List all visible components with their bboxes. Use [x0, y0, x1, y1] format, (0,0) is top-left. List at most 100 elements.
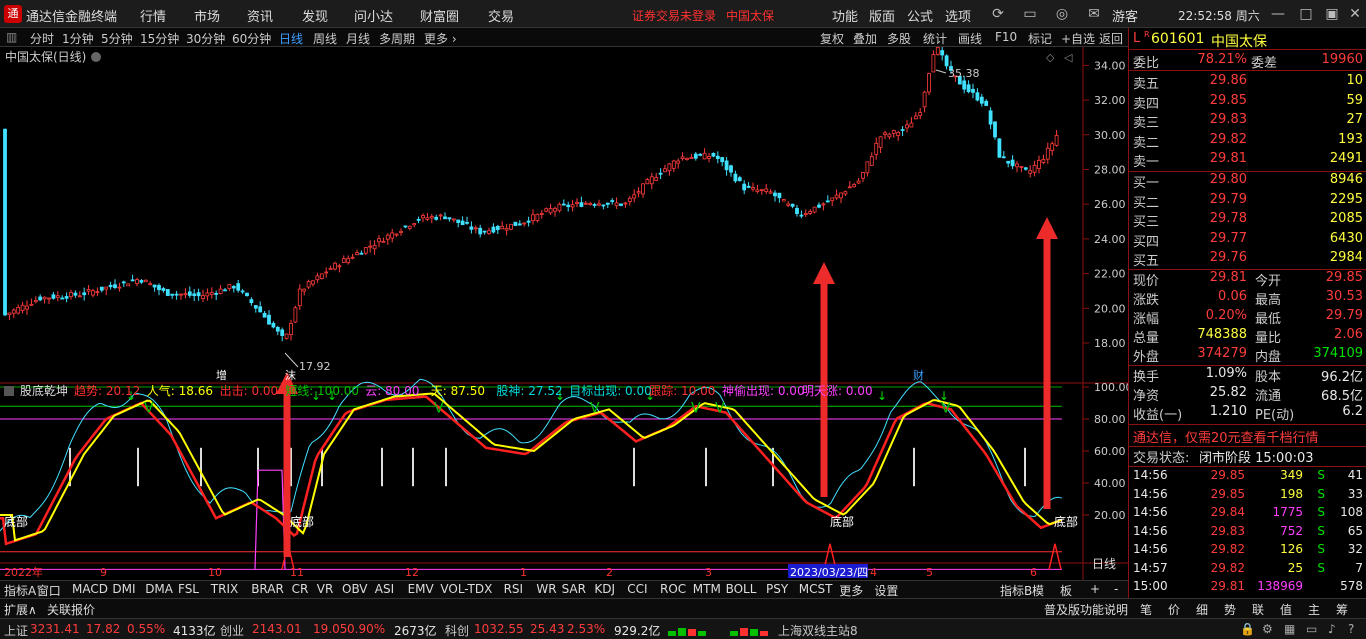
- quote-tab-6[interactable]: 主: [1308, 601, 1320, 618]
- indicator-tab-15[interactable]: WR: [536, 582, 556, 596]
- close-icon[interactable]: ✕: [1345, 4, 1365, 24]
- indicator-name[interactable]: 股底乾坤: [20, 383, 68, 398]
- period-more[interactable]: 更多 ›: [424, 30, 457, 47]
- maximize-icon[interactable]: □: [1296, 4, 1316, 24]
- menu-item-function[interactable]: 功能: [832, 6, 858, 25]
- indicator-tab-8[interactable]: CR: [292, 582, 309, 596]
- tab-right-4[interactable]: -: [1114, 582, 1118, 596]
- indicator-tab-23[interactable]: MCST: [799, 582, 833, 596]
- indicator-tab-0[interactable]: 指标A: [4, 582, 36, 599]
- period-monthly[interactable]: 月线: [346, 30, 370, 47]
- login-warning[interactable]: 证券交易未登录: [632, 7, 716, 24]
- user-label[interactable]: 游客: [1112, 6, 1138, 25]
- restore-icon[interactable]: ▣: [1322, 4, 1342, 24]
- quote-tab-5[interactable]: 值: [1280, 601, 1292, 618]
- indicator-tab-21[interactable]: BOLL: [726, 582, 757, 596]
- menu-item-formula[interactable]: 公式: [907, 6, 933, 25]
- indicator-tab-2[interactable]: MACD: [72, 582, 108, 596]
- expand-button[interactable]: 扩展∧: [4, 601, 37, 618]
- period-15min[interactable]: 15分钟: [140, 30, 179, 47]
- chart-collapse-icon[interactable]: ◁: [1064, 51, 1073, 64]
- tab-right-2[interactable]: 板: [1060, 582, 1072, 599]
- chart-area[interactable]: 34.00 32.00 30.00 28.00 26.00 24.00 22.00 20.00…: [0, 47, 1128, 600]
- indicator-tab-18[interactable]: CCI: [627, 582, 647, 596]
- indicator-tab-16[interactable]: SAR: [562, 582, 586, 596]
- indicator-tab-22[interactable]: PSY: [766, 582, 788, 596]
- sound-icon[interactable]: ♪: [1328, 622, 1336, 636]
- indicator-tab-6[interactable]: TRIX: [211, 582, 238, 596]
- menu-item-layout[interactable]: 版面: [869, 6, 895, 25]
- lock-icon[interactable]: 🔒: [1240, 622, 1255, 636]
- indicator-tab-20[interactable]: MTM: [693, 582, 721, 596]
- indicator-tab-11[interactable]: ASI: [375, 582, 394, 596]
- back-button[interactable]: 返回: [1099, 30, 1123, 47]
- indicator-tab-13[interactable]: VOL-TDX: [440, 582, 492, 596]
- menu-item-news[interactable]: 资讯: [247, 6, 273, 25]
- menu-item-wenxiaoda[interactable]: 问小达: [354, 6, 393, 25]
- kline-chart-svg[interactable]: 34.00 32.00 30.00 28.00 26.00 24.00 22.00 20.00…: [0, 47, 1128, 580]
- related-quote-button[interactable]: 关联报价: [47, 601, 95, 618]
- quote-tab-0[interactable]: 笔: [1140, 601, 1152, 618]
- indicator-tab-9[interactable]: VR: [317, 582, 334, 596]
- tab-right-3[interactable]: +: [1090, 582, 1100, 596]
- stats-button[interactable]: 统计: [923, 30, 947, 47]
- period-30min[interactable]: 30分钟: [186, 30, 225, 47]
- quote-tab-7[interactable]: 筹: [1336, 601, 1348, 618]
- indicator-tab-24[interactable]: 更多: [839, 582, 863, 599]
- quote-tab-1[interactable]: 价: [1168, 601, 1180, 618]
- period-multi[interactable]: 多周期: [379, 30, 415, 47]
- indicator-tab-4[interactable]: DMA: [145, 582, 173, 596]
- refresh-icon[interactable]: ⟳: [988, 4, 1008, 24]
- tab-right-1[interactable]: 模: [1032, 582, 1044, 599]
- quote-tab-2[interactable]: 细: [1196, 601, 1208, 618]
- indicator-tab-12[interactable]: EMV: [408, 582, 434, 596]
- indicator-tab-5[interactable]: FSL: [178, 582, 199, 596]
- period-1min[interactable]: 1分钟: [62, 30, 94, 47]
- minimize-icon[interactable]: —: [1268, 4, 1288, 24]
- menu-item-market[interactable]: 市场: [194, 6, 220, 25]
- tab-right-0[interactable]: 指标B: [1000, 582, 1032, 599]
- chart-toggle-icon[interactable]: ◇: [1046, 51, 1055, 64]
- indicator-tab-17[interactable]: KDJ: [594, 582, 615, 596]
- mark-button[interactable]: 标记: [1028, 30, 1052, 47]
- indicator-tab-3[interactable]: DMI: [112, 582, 135, 596]
- menu-item-caifuquan[interactable]: 财富圈: [420, 6, 459, 25]
- message-icon[interactable]: ✉: [1084, 4, 1104, 24]
- period-daily[interactable]: 日线: [279, 30, 303, 47]
- period-60min[interactable]: 60分钟: [232, 30, 271, 47]
- period-5min[interactable]: 5分钟: [101, 30, 133, 47]
- quote-tab-3[interactable]: 势: [1224, 601, 1236, 618]
- indicator-tab-14[interactable]: RSI: [504, 582, 524, 596]
- indicator-tab-10[interactable]: OBV: [342, 582, 368, 596]
- indicator-menu-icon[interactable]: [4, 386, 14, 396]
- add-watchlist-button[interactable]: +自选: [1061, 30, 1095, 47]
- help-icon[interactable]: ?: [1348, 622, 1354, 636]
- cy-index-label[interactable]: 创业: [220, 622, 244, 639]
- fuquan-button[interactable]: 复权: [820, 30, 844, 47]
- indicator-tab-1[interactable]: 窗口: [37, 582, 61, 599]
- indicator-tab-25[interactable]: 设置: [874, 582, 898, 599]
- server-label[interactable]: 上海双线主站8: [778, 622, 858, 639]
- monitor-icon[interactable]: ▭: [1306, 622, 1317, 636]
- multi-stock-button[interactable]: 多股: [887, 30, 911, 47]
- sh-index-label[interactable]: 上证: [4, 622, 28, 639]
- period-weekly[interactable]: 周线: [313, 30, 337, 47]
- f10-button[interactable]: F10: [995, 30, 1017, 44]
- period-fenshi[interactable]: 分时: [30, 30, 54, 47]
- ad-row[interactable]: 通达信，仅需20元查看千档行情: [1129, 427, 1366, 446]
- draw-line-button[interactable]: 画线: [958, 30, 982, 47]
- screen-icon[interactable]: ▭: [1020, 4, 1040, 24]
- chart-options-icon[interactable]: [91, 52, 101, 62]
- settings-icon[interactable]: ⚙: [1262, 622, 1273, 636]
- menu-item-discover[interactable]: 发现: [302, 6, 328, 25]
- menu-item-options[interactable]: 选项: [945, 6, 971, 25]
- indicator-tab-7[interactable]: BRAR: [251, 582, 284, 596]
- overlay-button[interactable]: 叠加: [853, 30, 877, 47]
- indicator-tab-19[interactable]: ROC: [660, 582, 686, 596]
- signal-icon[interactable]: ▦: [1284, 622, 1295, 636]
- basic-edition-link[interactable]: 普及版功能说明: [1044, 601, 1128, 618]
- menu-item-trade[interactable]: 交易: [488, 6, 514, 25]
- chat-icon[interactable]: ◎: [1052, 4, 1072, 24]
- menu-item-hangqing[interactable]: 行情: [140, 6, 166, 25]
- ad-text[interactable]: 通达信，仅需20元查看千档行情: [1133, 427, 1319, 446]
